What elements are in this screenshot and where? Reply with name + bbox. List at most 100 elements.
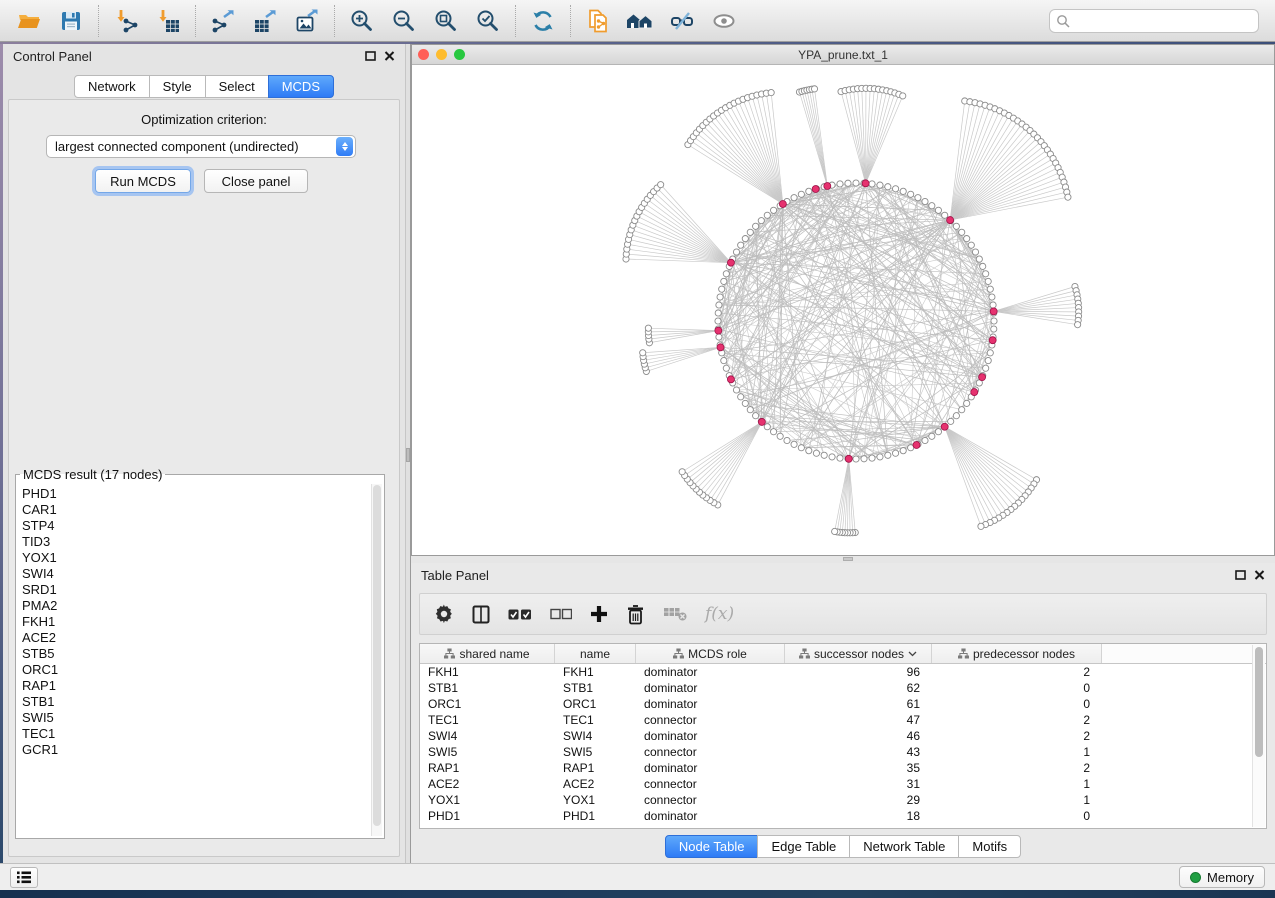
zoom-out-icon[interactable] (383, 3, 425, 39)
run-mcds-button[interactable]: Run MCDS (95, 169, 191, 193)
import-table-icon[interactable] (147, 3, 189, 39)
zoom-fit-icon[interactable] (425, 3, 467, 39)
network-node[interactable] (953, 413, 959, 419)
network-node[interactable] (813, 450, 819, 456)
network-node[interactable] (885, 184, 891, 190)
mcds-result-item[interactable]: TEC1 (22, 726, 371, 742)
network-node[interactable] (717, 294, 723, 300)
network-node[interactable] (959, 229, 965, 235)
column-header-name[interactable]: name (555, 644, 636, 663)
close-panel-icon[interactable] (384, 51, 395, 61)
network-node[interactable] (715, 318, 721, 324)
checked-boxes-icon[interactable] (508, 608, 532, 621)
criterion-select[interactable]: largest connected component (undirected) (46, 135, 356, 158)
table-row[interactable]: ORC1ORC1dominator610 (420, 696, 1266, 712)
network-node[interactable] (742, 400, 748, 406)
network-node[interactable] (770, 429, 776, 435)
network-node[interactable] (985, 278, 991, 284)
table-row[interactable]: SWI4SWI4dominator462 (420, 728, 1266, 744)
network-node[interactable] (742, 235, 748, 241)
network-node[interactable] (845, 180, 851, 186)
network-node[interactable] (832, 528, 838, 534)
table-scrollbar[interactable] (1252, 645, 1265, 827)
network-node[interactable] (784, 437, 790, 443)
network-hub-node[interactable] (727, 376, 734, 383)
network-node[interactable] (716, 302, 722, 308)
table-row[interactable]: STB1STB1dominator620 (420, 680, 1266, 696)
network-node[interactable] (721, 278, 727, 284)
search-input[interactable] (1070, 14, 1252, 28)
network-node[interactable] (968, 242, 974, 248)
scrollbar-thumb[interactable] (1255, 647, 1263, 757)
network-node[interactable] (640, 350, 646, 356)
add-column-plus-icon[interactable] (590, 605, 608, 623)
network-node[interactable] (1075, 322, 1081, 328)
zoom-in-icon[interactable] (341, 3, 383, 39)
network-node[interactable] (753, 413, 759, 419)
minimize-window-light[interactable] (436, 49, 447, 60)
open-session-icon[interactable] (8, 3, 50, 39)
network-hub-node[interactable] (941, 423, 948, 430)
network-node[interactable] (989, 294, 995, 300)
network-hub-node[interactable] (779, 200, 786, 207)
network-node[interactable] (853, 180, 859, 186)
network-node[interactable] (978, 523, 984, 529)
network-node[interactable] (679, 469, 685, 475)
mcds-result-item[interactable]: GCR1 (22, 742, 371, 758)
tab-edge-table[interactable]: Edge Table (757, 835, 850, 858)
network-node[interactable] (976, 256, 982, 262)
network-node[interactable] (733, 387, 739, 393)
save-session-icon[interactable] (50, 3, 92, 39)
table-settings-gear-icon[interactable] (434, 604, 454, 624)
network-hub-node[interactable] (971, 389, 978, 396)
network-hub-node[interactable] (727, 259, 734, 266)
network-node[interactable] (869, 181, 875, 187)
network-node[interactable] (922, 437, 928, 443)
network-node[interactable] (987, 350, 993, 356)
network-window-titlebar[interactable]: YPA_prune.txt_1 (412, 45, 1274, 65)
network-node[interactable] (716, 334, 722, 340)
network-node[interactable] (798, 445, 804, 451)
network-node[interactable] (806, 448, 812, 454)
tab-select[interactable]: Select (205, 75, 269, 98)
network-node[interactable] (990, 302, 996, 308)
network-node[interactable] (972, 249, 978, 255)
network-node[interactable] (764, 212, 770, 218)
delete-table-icon[interactable] (663, 606, 687, 622)
network-node[interactable] (983, 271, 989, 277)
network-node[interactable] (723, 271, 729, 277)
table-row[interactable]: TEC1TEC1connector472 (420, 712, 1266, 728)
network-node[interactable] (935, 429, 941, 435)
network-node[interactable] (811, 86, 817, 92)
network-node[interactable] (935, 207, 941, 213)
tab-motifs[interactable]: Motifs (958, 835, 1021, 858)
mcds-result-item[interactable]: SWI4 (22, 566, 371, 582)
network-node[interactable] (892, 450, 898, 456)
network-node[interactable] (715, 310, 721, 316)
network-node[interactable] (980, 263, 986, 269)
network-node[interactable] (929, 433, 935, 439)
mcds-result-item[interactable]: CAR1 (22, 502, 371, 518)
network-node[interactable] (922, 198, 928, 204)
splitter-grip[interactable] (406, 448, 410, 462)
mcds-result-item[interactable]: STB1 (22, 694, 371, 710)
horizontal-splitter[interactable] (411, 556, 1275, 563)
glasses-slash-icon[interactable] (661, 3, 703, 39)
mcds-result-item[interactable]: PHD1 (22, 486, 371, 502)
network-hub-node[interactable] (947, 217, 954, 224)
network-node[interactable] (806, 188, 812, 194)
network-node[interactable] (991, 326, 997, 332)
network-hub-node[interactable] (862, 180, 869, 187)
network-node[interactable] (645, 325, 651, 331)
network-node[interactable] (942, 212, 948, 218)
network-hub-node[interactable] (845, 455, 852, 462)
network-node[interactable] (837, 455, 843, 461)
network-node[interactable] (770, 207, 776, 213)
mcds-result-item[interactable]: FKH1 (22, 614, 371, 630)
network-node[interactable] (915, 195, 921, 201)
column-header-successor-nodes[interactable]: successor nodes (785, 644, 932, 663)
tab-node-table[interactable]: Node Table (665, 835, 759, 858)
network-node[interactable] (948, 418, 954, 424)
duplicate-networks-icon[interactable] (577, 3, 619, 39)
export-image-icon[interactable] (286, 3, 328, 39)
